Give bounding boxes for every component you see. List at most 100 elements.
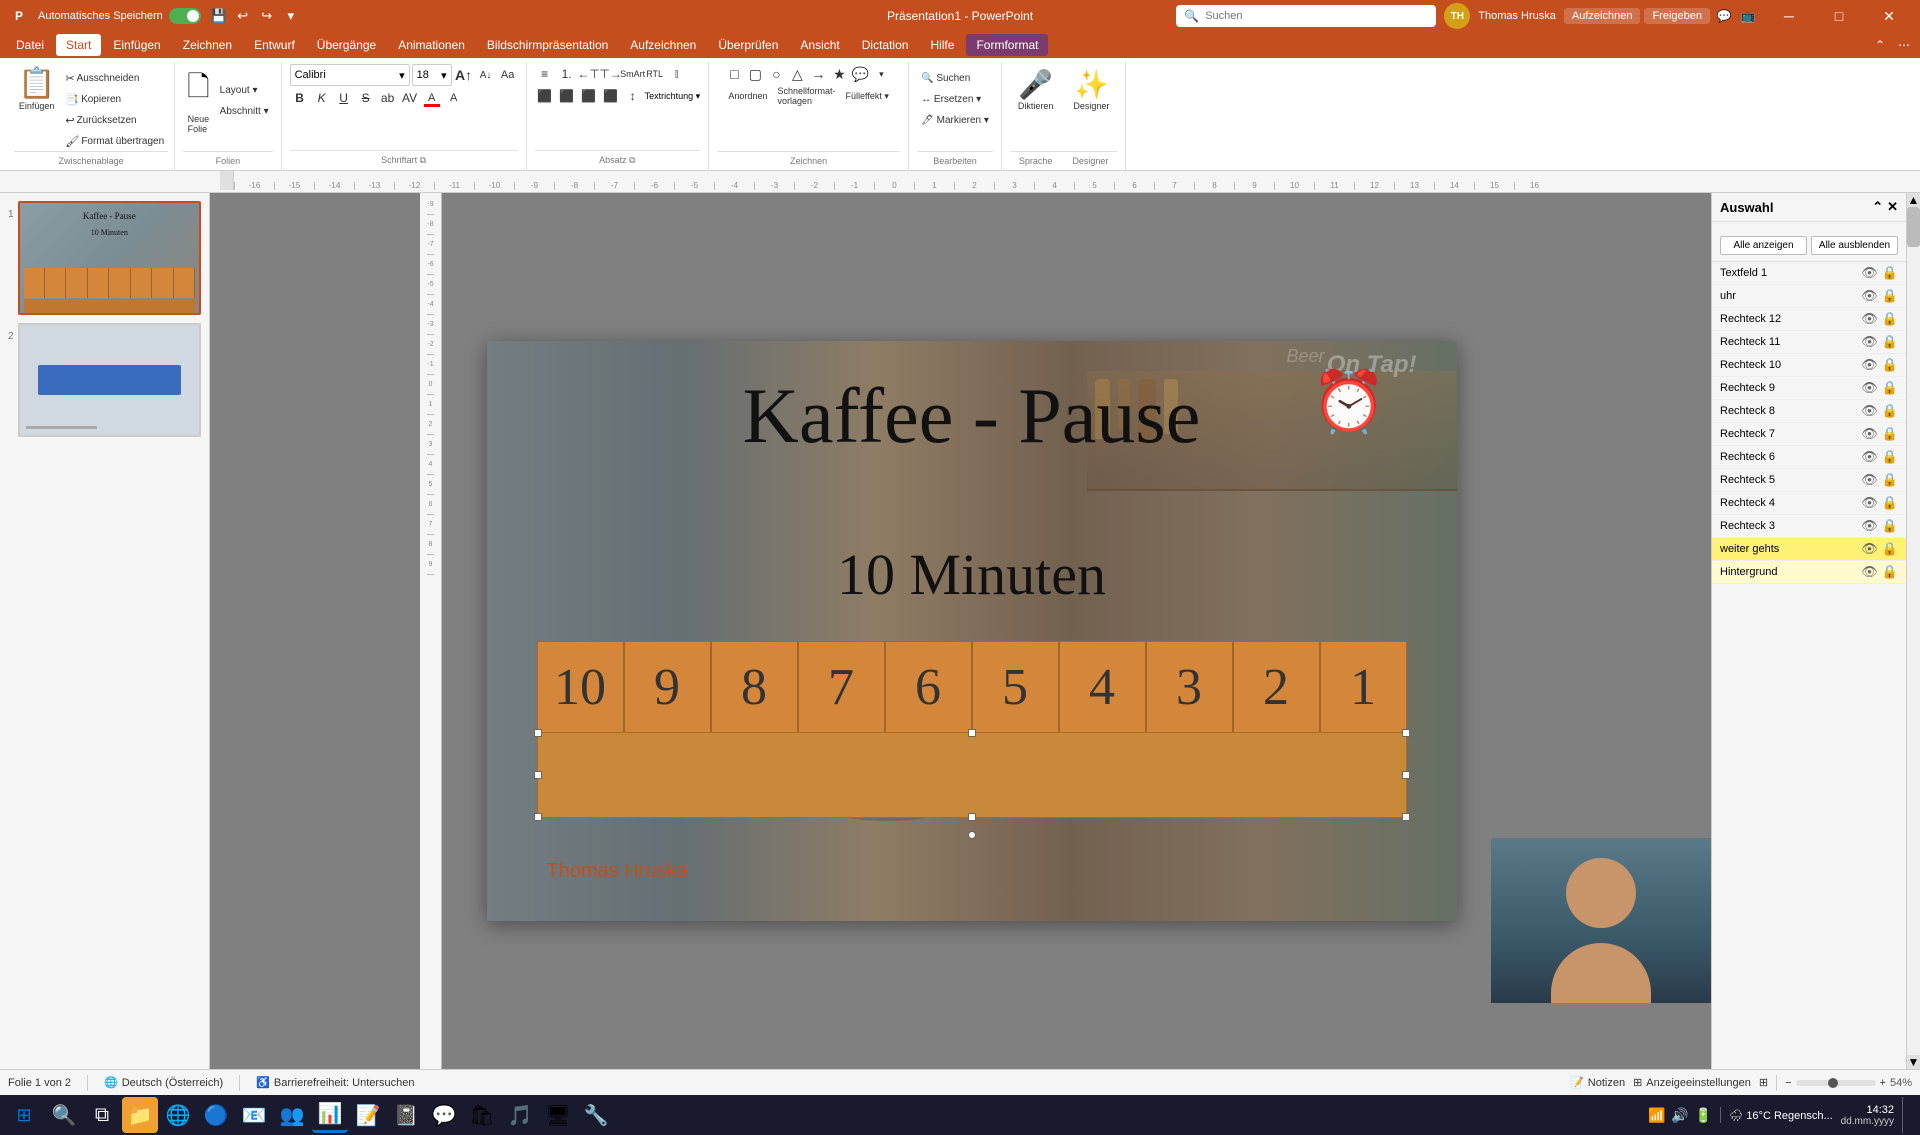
menu-animationen[interactable]: Animationen: [388, 34, 475, 56]
increase-indent-btn[interactable]: ⊤→: [601, 64, 621, 84]
shape-triangle[interactable]: △: [787, 64, 807, 84]
slide-thumb-2[interactable]: [18, 323, 201, 437]
ribbon-collapse-icon[interactable]: ⌃: [1870, 35, 1890, 55]
visibility-icon[interactable]: 👁: [1861, 495, 1878, 511]
align-left-btn[interactable]: ⬛: [535, 86, 555, 106]
line-spacing-btn[interactable]: ↕: [623, 86, 643, 106]
customize-icon[interactable]: ▾: [281, 6, 301, 26]
slide-canvas[interactable]: On Tap! Beer ⏰ Kaffee - Pause 10 Minuten…: [487, 341, 1457, 921]
ausschneiden-btn[interactable]: ✂ Ausschneiden: [61, 68, 168, 88]
slide-subtitle[interactable]: 10 Minuten: [537, 541, 1407, 608]
strikethrough-btn[interactable]: S: [356, 88, 376, 108]
fulleffekt-btn[interactable]: Fülleffekt ▾: [842, 86, 893, 106]
comments-icon[interactable]: 💬: [1714, 6, 1734, 26]
taskbar-search-btn[interactable]: 🔍: [46, 1097, 82, 1133]
menu-ansicht[interactable]: Ansicht: [790, 34, 849, 56]
visibility-icon[interactable]: 👁: [1861, 265, 1878, 281]
visibility-icon[interactable]: 👁: [1861, 472, 1878, 488]
slide-thumb-1[interactable]: Kaffee - Pause 10 Minuten: [18, 201, 201, 315]
taskbar-spotify-btn[interactable]: 🎵: [502, 1097, 538, 1133]
notizen-btn[interactable]: 📝 Notizen: [1570, 1076, 1625, 1089]
save-icon[interactable]: 💾: [209, 6, 229, 26]
underline-btn[interactable]: U: [334, 88, 354, 108]
scroll-thumb[interactable]: [1907, 207, 1920, 247]
designer-btn[interactable]: ✨ Designer: [1065, 64, 1117, 115]
layer-rechteck8[interactable]: Rechteck 8 👁 🔒: [1712, 400, 1906, 423]
layer-hintergrund[interactable]: Hintergrund 👁 🔒: [1712, 561, 1906, 584]
panel-close-icon[interactable]: ✕: [1887, 199, 1898, 215]
visibility-icon[interactable]: 👁: [1861, 541, 1878, 557]
clock[interactable]: 14:32 dd.mm.yyyy: [1841, 1104, 1894, 1127]
taskbar-misc-btn[interactable]: 🖥: [540, 1097, 576, 1133]
increase-font-btn[interactable]: A↑: [454, 65, 474, 85]
italic-btn[interactable]: K: [312, 88, 332, 108]
visibility-icon[interactable]: 👁: [1861, 518, 1878, 534]
layer-rechteck6[interactable]: Rechteck 6 👁 🔒: [1712, 446, 1906, 469]
menu-zeichnen[interactable]: Zeichnen: [173, 34, 242, 56]
visibility-icon[interactable]: 👁: [1861, 357, 1878, 373]
suchen-btn[interactable]: 🔍 Suchen: [917, 68, 993, 88]
lock-icon[interactable]: 🔒: [1882, 403, 1898, 419]
present-icon[interactable]: 📺: [1738, 6, 1758, 26]
diktieren-btn[interactable]: 🎤 Diktieren: [1010, 64, 1062, 115]
layer-rechteck3[interactable]: Rechteck 3 👁 🔒: [1712, 515, 1906, 538]
visibility-icon[interactable]: 👁: [1861, 288, 1878, 304]
einfugen-btn[interactable]: 📋 Einfügen: [14, 64, 59, 113]
menu-dictation[interactable]: Dictation: [852, 34, 919, 56]
lock-icon[interactable]: 🔒: [1882, 564, 1898, 580]
font-color-btn[interactable]: A: [422, 88, 442, 108]
undo-icon[interactable]: ↩: [233, 6, 253, 26]
lock-icon[interactable]: 🔒: [1882, 311, 1898, 327]
panel-chevron-up-icon[interactable]: ⌃: [1872, 199, 1883, 215]
minimize-btn[interactable]: ─: [1766, 0, 1812, 32]
search-bar[interactable]: 🔍: [1176, 5, 1436, 27]
lock-icon[interactable]: 🔒: [1882, 426, 1898, 442]
share-btn[interactable]: Freigeben: [1644, 8, 1710, 24]
layer-rechteck4[interactable]: Rechteck 4 👁 🔒: [1712, 492, 1906, 515]
numbering-btn[interactable]: 1.: [557, 64, 577, 84]
slide-title[interactable]: Kaffee - Pause: [537, 371, 1407, 461]
alle-ausblenden-btn[interactable]: Alle ausblenden: [1811, 236, 1898, 255]
taskbar-taskview-btn[interactable]: ⧉: [84, 1097, 120, 1133]
shapes-more-btn[interactable]: ▾: [871, 64, 891, 84]
author-label[interactable]: Thomas Hruska: [547, 860, 688, 883]
lock-icon[interactable]: 🔒: [1882, 357, 1898, 373]
markieren-btn[interactable]: 🖊 Markieren ▾: [917, 110, 993, 130]
ribbon-options-icon[interactable]: ⋯: [1894, 35, 1914, 55]
lock-icon[interactable]: 🔒: [1882, 518, 1898, 534]
vertical-scrollbar[interactable]: ▲ ▼: [1906, 193, 1920, 1069]
shape-rect[interactable]: □: [724, 64, 744, 84]
canvas-area[interactable]: -9 -8 -7 -6 -5 -4 -3 -2 -1 0 1 2 3 4 5 6…: [210, 193, 1711, 1069]
search-input[interactable]: [1205, 10, 1428, 22]
lock-icon[interactable]: 🔒: [1882, 380, 1898, 396]
layer-rechteck7[interactable]: Rechteck 7 👁 🔒: [1712, 423, 1906, 446]
ersetzen-btn[interactable]: ↔ Ersetzen ▾: [917, 89, 993, 109]
textrichtung-btn[interactable]: Textrichtung ▾: [645, 91, 701, 102]
decrease-indent-btn[interactable]: ←⊤: [579, 64, 599, 84]
menu-aufzeichnen[interactable]: Aufzeichnen: [620, 34, 706, 56]
lock-icon[interactable]: 🔒: [1882, 541, 1898, 557]
scroll-up-btn[interactable]: ▲: [1907, 193, 1920, 207]
shape-arrow[interactable]: →: [808, 64, 828, 84]
layer-uhr[interactable]: uhr 👁 🔒: [1712, 285, 1906, 308]
menu-datei[interactable]: Datei: [6, 34, 54, 56]
shape-oval[interactable]: ○: [766, 64, 786, 84]
show-desktop-btn[interactable]: [1902, 1097, 1908, 1133]
taskbar-explorer-btn[interactable]: 📁: [122, 1097, 158, 1133]
highlight-btn[interactable]: A: [444, 88, 464, 108]
menu-uberprüfen[interactable]: Überprüfen: [708, 34, 788, 56]
menu-ubergange[interactable]: Übergänge: [307, 34, 386, 56]
menu-entwurf[interactable]: Entwurf: [244, 34, 305, 56]
visibility-icon[interactable]: 👁: [1861, 311, 1878, 327]
lock-icon[interactable]: 🔒: [1882, 334, 1898, 350]
bold-btn[interactable]: B: [290, 88, 310, 108]
view-normal-btn[interactable]: ⊞: [1759, 1076, 1768, 1089]
windows-start-btn[interactable]: ⊞: [4, 1097, 44, 1133]
menu-hilfe[interactable]: Hilfe: [920, 34, 964, 56]
rtl-btn[interactable]: RTL: [645, 64, 665, 84]
alle-anzeigen-btn[interactable]: Alle anzeigen: [1720, 236, 1807, 255]
menu-einfugen[interactable]: Einfügen: [103, 34, 170, 56]
visibility-icon[interactable]: 👁: [1861, 380, 1878, 396]
zoom-slider[interactable]: [1796, 1080, 1876, 1086]
format-ubertragen-btn[interactable]: 🖌 Format übertragen: [61, 131, 168, 151]
